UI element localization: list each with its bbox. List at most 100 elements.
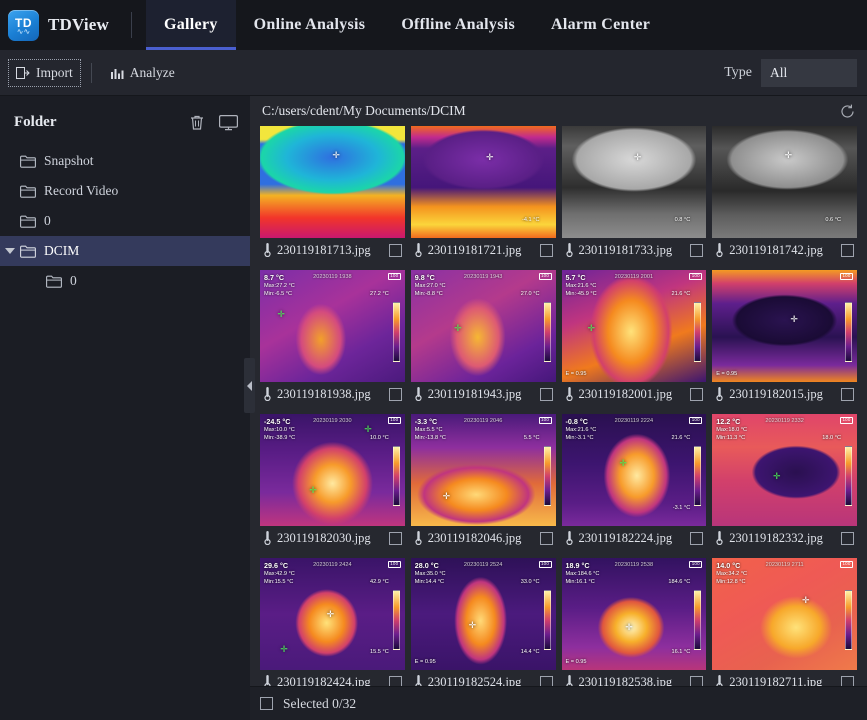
thermal-image-thumbnail[interactable]: -3.3 °C Max:5.5 °C Min:-13.8 °C 20230119 20…	[410, 414, 556, 526]
thumbnail-caption: 230119182424.jpg	[260, 670, 405, 686]
thumbnail-cell[interactable]: 8.7 °C Max:27.2 °C Min:-6.5 °C 20230119 193…	[260, 270, 405, 406]
thermometer-icon	[715, 531, 724, 545]
thermal-image-thumbnail[interactable]: 5.7 °C Max:21.6 °C Min:-45.9 °C 20230119 20…	[561, 270, 707, 382]
tab-gallery[interactable]: Gallery	[146, 0, 236, 50]
thermometer-icon	[414, 531, 423, 545]
overlay-color-scale-bar	[845, 302, 852, 362]
type-filter-select[interactable]: All	[761, 58, 857, 87]
chevron-left-icon	[247, 380, 252, 391]
sidebar-item-dcim-zero[interactable]: 0	[0, 266, 250, 296]
sidebar-item-snapshot[interactable]: Snapshot	[0, 146, 250, 176]
thermal-image-thumbnail[interactable]: -24.5 °C Max:10.0 °C Min:-38.9 °C 20230119 …	[260, 414, 405, 526]
thermal-image-thumbnail[interactable]: 28.0 °C Max:35.0 °C Min:14.4 °C 20230119 25…	[410, 558, 556, 670]
thermal-image-thumbnail[interactable]: 9.8 °C Max:27.0 °C Min:-8.8 °C 20230119 194…	[410, 270, 556, 382]
thumbnail-checkbox[interactable]	[388, 387, 402, 401]
overlay-battery-icon: 100	[387, 417, 401, 424]
thumbnail-checkbox[interactable]	[690, 387, 704, 401]
thermal-image-thumbnail[interactable]: ✛	[260, 126, 405, 238]
thermometer-icon	[414, 243, 423, 257]
sidebar-item-dcim[interactable]: DCIM	[0, 236, 250, 266]
thumbnail-checkbox[interactable]	[690, 531, 704, 545]
thermal-image-thumbnail[interactable]: E = 0.95 100 ✛	[712, 270, 857, 382]
overlay-battery-icon: 100	[840, 561, 853, 568]
thumbnail-cell[interactable]: -24.5 °C Max:10.0 °C Min:-38.9 °C 20230119 …	[260, 414, 405, 550]
overlay-spot-marker: ✛	[442, 491, 451, 502]
sidebar-header: Folder	[0, 104, 250, 140]
thermal-image	[712, 270, 857, 382]
thumbnail-checkbox[interactable]	[539, 675, 553, 686]
overlay-timestamp: 20230119 1943	[463, 274, 503, 280]
thermal-image-thumbnail[interactable]: -4.1 °C ✛	[410, 126, 556, 238]
refresh-icon[interactable]	[840, 104, 855, 119]
selection-count: Selected 0/32	[283, 695, 357, 711]
thumbnail-checkbox[interactable]	[539, 531, 553, 545]
thermal-image-thumbnail[interactable]: 0.8 °C ✛	[561, 126, 707, 238]
overlay-timestamp: 20230119 2332	[765, 418, 804, 424]
thumbnail-cell[interactable]: E = 0.95 100 ✛ 230119182015.jpg	[712, 270, 857, 406]
overlay-emissivity: E = 0.95	[414, 658, 436, 665]
thumbnail-checkbox[interactable]	[841, 387, 854, 401]
thumbnail-checkbox[interactable]	[841, 243, 854, 257]
analyze-button[interactable]: Analyze	[104, 61, 181, 85]
overlay-timestamp: 20230119 2001	[614, 274, 654, 280]
thumbnail-cell[interactable]: 5.7 °C Max:21.6 °C Min:-45.9 °C 20230119 20…	[561, 270, 707, 406]
thumbnail-filename: 230119182015.jpg	[729, 386, 823, 401]
thumbnail-checkbox[interactable]	[690, 243, 704, 257]
thumbnail-checkbox[interactable]	[388, 675, 402, 686]
thumbnail-cell[interactable]: 29.6 °C Max:42.9 °C Min:15.5 °C 20230119 24…	[260, 558, 405, 686]
thumbnail-filename: 230119182332.jpg	[729, 530, 823, 545]
thumbnail-caption: 230119182524.jpg	[411, 670, 556, 686]
thumbnail-cell[interactable]: 18.9 °C Max:184.6 °C Min:16.1 °C 20230119 2…	[561, 558, 707, 686]
thumbnail-filename: 230119181742.jpg	[729, 242, 823, 257]
thumbnail-checkbox[interactable]	[841, 675, 854, 686]
overlay-battery-icon: 100	[689, 273, 703, 280]
thumbnail-cell[interactable]: 0.8 °C ✛ 230119181733.jpg	[561, 126, 707, 262]
thumbnail-checkbox[interactable]	[690, 675, 704, 686]
expand-caret-icon[interactable]	[0, 248, 20, 254]
thermometer-icon	[565, 675, 574, 686]
thermal-image-thumbnail[interactable]: 8.7 °C Max:27.2 °C Min:-6.5 °C 20230119 193…	[260, 270, 405, 382]
thumbnail-cell[interactable]: -4.1 °C ✛ 230119181721.jpg	[410, 126, 556, 262]
thumbnail-cell[interactable]: 12.2 °C Max:18.0 °C Min:11.3 °C 20230119 23…	[712, 414, 857, 550]
thumbnail-cell[interactable]: 14.0 °C Max:34.2 °C Min:12.8 °C 20230119 27…	[712, 558, 857, 686]
trash-icon[interactable]	[189, 114, 205, 131]
sidebar-item-record-video[interactable]: Record Video	[0, 176, 250, 206]
sidebar-item-zero[interactable]: 0	[0, 206, 250, 236]
sidebar-collapse-handle[interactable]	[244, 358, 255, 413]
thermal-image-thumbnail[interactable]: 12.2 °C Max:18.0 °C Min:11.3 °C 20230119 23…	[712, 414, 857, 526]
thumbnail-checkbox[interactable]	[388, 243, 402, 257]
thumbnail-scroll-area[interactable]: ✛ 230119181713.jpg -4.1 °C ✛ 230119181721.jp…	[250, 126, 867, 686]
tab-offline-analysis[interactable]: Offline Analysis	[383, 0, 533, 50]
thumbnail-caption: 230119181721.jpg	[411, 238, 556, 262]
thermal-image-thumbnail[interactable]: 18.9 °C Max:184.6 °C Min:16.1 °C 20230119 2…	[561, 558, 707, 670]
thumbnail-checkbox[interactable]	[539, 387, 553, 401]
thumbnail-cell[interactable]: -3.3 °C Max:5.5 °C Min:-13.8 °C 20230119 20…	[410, 414, 556, 550]
thumbnail-caption: 230119182711.jpg	[712, 670, 857, 686]
thermal-image-thumbnail[interactable]: -0.8 °C Max:21.6 °C Min:-3.1 °C 20230119 22…	[561, 414, 707, 526]
overlay-min-temp: Min:-13.8 °C	[414, 435, 446, 441]
thermometer-icon	[715, 387, 724, 401]
toolbar: Import Analyze Type All	[0, 50, 867, 96]
thumbnail-caption: 230119181742.jpg	[712, 238, 857, 262]
thermal-image-thumbnail[interactable]: 0.6 °C ✛	[712, 126, 857, 238]
overlay-emissivity: E = 0.95	[716, 370, 738, 377]
thumbnail-checkbox[interactable]	[841, 531, 854, 545]
thumbnail-checkbox[interactable]	[388, 531, 402, 545]
monitor-icon[interactable]	[219, 114, 238, 131]
thumbnail-cell[interactable]: ✛ 230119181713.jpg	[260, 126, 405, 262]
tab-online-analysis[interactable]: Online Analysis	[236, 0, 384, 50]
thumbnail-cell[interactable]: -0.8 °C Max:21.6 °C Min:-3.1 °C 20230119 22…	[561, 414, 707, 550]
thermal-image-thumbnail[interactable]: 29.6 °C Max:42.9 °C Min:15.5 °C 20230119 24…	[260, 558, 405, 670]
breadcrumb: C:/users/cdent/My Documents/DCIM	[250, 96, 867, 126]
thumbnail-cell[interactable]: 28.0 °C Max:35.0 °C Min:14.4 °C 20230119 25…	[410, 558, 556, 686]
overlay-timestamp: 20230119 2524	[463, 562, 503, 568]
thumbnail-cell[interactable]: 0.6 °C ✛ 230119181742.jpg	[712, 126, 857, 262]
import-button[interactable]: Import	[8, 58, 81, 87]
thermal-image-thumbnail[interactable]: 14.0 °C Max:34.2 °C Min:12.8 °C 20230119 27…	[712, 558, 857, 670]
thumbnail-cell[interactable]: 9.8 °C Max:27.0 °C Min:-8.8 °C 20230119 194…	[410, 270, 556, 406]
thumbnail-checkbox[interactable]	[539, 243, 553, 257]
select-all-checkbox[interactable]	[260, 697, 273, 710]
thumbnail-filename: 230119181943.jpg	[427, 386, 522, 401]
overlay-scale-max: 42.9 °C	[370, 579, 389, 585]
tab-alarm-center[interactable]: Alarm Center	[533, 0, 668, 50]
